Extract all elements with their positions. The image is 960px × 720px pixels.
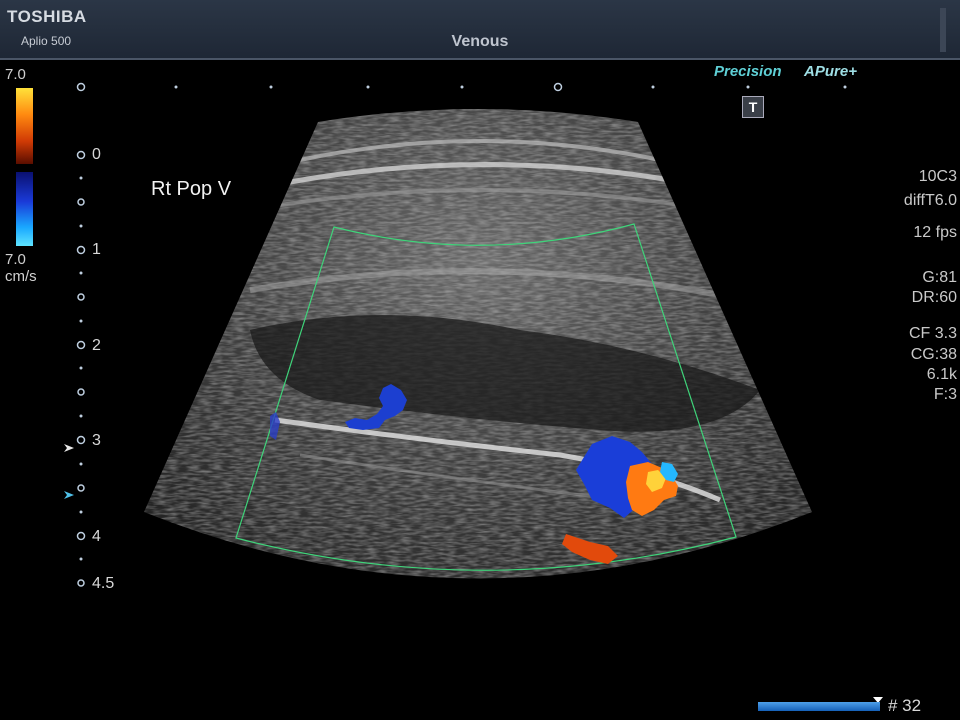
cine-progress-bar[interactable] <box>758 702 880 711</box>
horizontal-scale-dots <box>174 85 847 89</box>
focus-marker-icon[interactable] <box>64 491 74 499</box>
focus-marker-icon[interactable] <box>64 444 74 452</box>
velocity-scale-min: 7.0 <box>5 251 26 268</box>
param-mode: diffT6.0 <box>903 192 957 209</box>
depth-label: 4 <box>92 528 101 545</box>
param-probe: 10C3 <box>918 168 957 185</box>
scan-sector <box>144 109 812 579</box>
param-fps: 12 fps <box>913 224 957 241</box>
apure-plus: + <box>848 63 857 80</box>
ultrasound-image <box>64 82 883 703</box>
depth-label: 2 <box>92 337 101 354</box>
depth-label: 0 <box>92 146 101 163</box>
apure-logo: APure+ <box>804 63 857 80</box>
param-dr: DR:60 <box>911 289 957 306</box>
apure-text: Pure <box>814 63 849 80</box>
apure-a-letter: A <box>804 63 815 80</box>
velocity-unit: cm/s <box>5 268 37 285</box>
color-bar-positive <box>16 88 33 164</box>
param-gain: G:81 <box>922 269 957 286</box>
velocity-scale-max: 7.0 <box>5 66 26 83</box>
body-marker-annotation[interactable]: Rt Pop V <box>151 178 231 201</box>
param-prf: 6.1k <box>926 366 957 383</box>
t-button[interactable]: T <box>742 96 764 118</box>
param-cf: CF 3.3 <box>908 325 957 342</box>
frame-number: # 32 <box>888 696 922 715</box>
depth-label: 1 <box>92 241 101 258</box>
depth-label: 4.5 <box>92 575 115 592</box>
horizontal-scale <box>76 82 563 92</box>
depth-label: 3 <box>92 432 101 449</box>
param-filter: F:3 <box>933 386 957 403</box>
param-cg: CG:38 <box>910 346 957 363</box>
depth-scale-dots <box>79 176 83 561</box>
color-bar-negative <box>16 172 33 246</box>
precision-logo: Precision <box>714 63 782 80</box>
